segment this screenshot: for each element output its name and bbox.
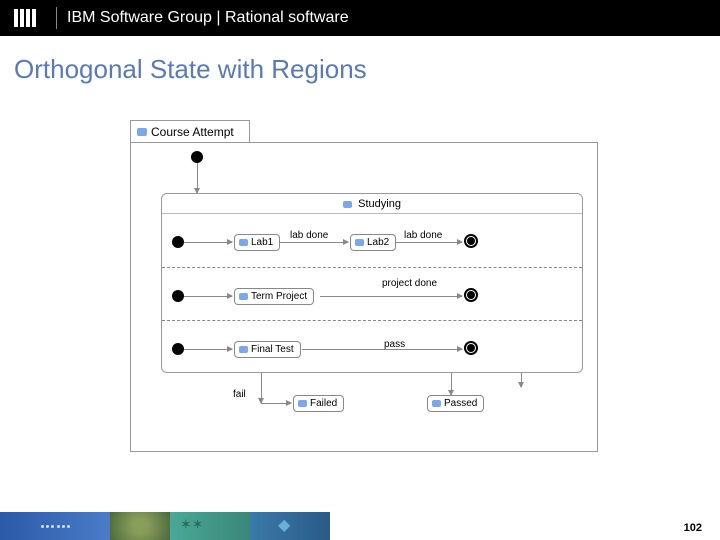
ibm-logo bbox=[14, 9, 36, 27]
initial-pseudostate bbox=[172, 236, 184, 248]
header-bar: IBM Software Group | Rational software bbox=[0, 0, 720, 36]
page-number: 102 bbox=[684, 522, 702, 534]
transition-label: lab done bbox=[290, 230, 328, 241]
header-text: IBM Software Group | Rational software bbox=[67, 9, 349, 27]
exit-line bbox=[521, 373, 522, 387]
state-icon bbox=[343, 201, 352, 208]
state-icon bbox=[355, 239, 364, 246]
initial-pseudostate bbox=[172, 343, 184, 355]
state-label: Passed bbox=[444, 398, 477, 409]
outer-state-tab: Course Attempt bbox=[130, 120, 250, 142]
init-arrow bbox=[197, 163, 198, 193]
state-label: Failed bbox=[310, 398, 337, 409]
outer-state-label: Course Attempt bbox=[151, 125, 234, 139]
fail-arrow-h bbox=[261, 403, 291, 404]
footer-strip-5 bbox=[330, 512, 720, 540]
transition-arrow bbox=[184, 242, 232, 243]
state-icon bbox=[298, 400, 307, 407]
transition-label: project done bbox=[382, 278, 437, 289]
footer bbox=[0, 512, 720, 540]
state-icon bbox=[137, 128, 147, 136]
state-final-test: Final Test bbox=[234, 341, 301, 358]
state-lab2: Lab2 bbox=[350, 234, 396, 251]
transition-arrow bbox=[302, 349, 462, 350]
region-1: Lab1 lab done Lab2 lab done bbox=[162, 214, 582, 267]
footer-strip-4 bbox=[250, 512, 330, 540]
header-divider bbox=[56, 7, 57, 29]
final-state bbox=[464, 288, 478, 302]
transition-label: lab done bbox=[404, 230, 442, 241]
transition-arrow bbox=[184, 296, 232, 297]
state-label: Lab2 bbox=[367, 237, 389, 248]
transition-arrow bbox=[184, 349, 232, 350]
composite-state-header: Studying bbox=[162, 194, 582, 214]
state-label: Term Project bbox=[251, 291, 307, 302]
state-passed: Passed bbox=[427, 395, 484, 412]
state-icon bbox=[239, 239, 248, 246]
transition-arrow bbox=[320, 296, 462, 297]
state-failed: Failed bbox=[293, 395, 344, 412]
state-label: Final Test bbox=[251, 344, 294, 355]
state-label: Lab1 bbox=[251, 237, 273, 248]
footer-strip-1 bbox=[0, 512, 110, 540]
footer-strip-2 bbox=[110, 512, 170, 540]
final-state bbox=[464, 341, 478, 355]
fail-label: fail bbox=[233, 389, 246, 400]
outer-state-frame: Studying Lab1 lab done Lab2 lab done bbox=[130, 142, 598, 452]
final-state bbox=[464, 234, 478, 248]
fail-arrow bbox=[261, 373, 262, 403]
composite-state: Studying Lab1 lab done Lab2 lab done bbox=[161, 193, 583, 373]
transition-arrow bbox=[280, 242, 348, 243]
composite-state-label: Studying bbox=[358, 198, 401, 210]
initial-pseudostate bbox=[191, 151, 203, 163]
slide-title: Orthogonal State with Regions bbox=[0, 36, 720, 95]
state-lab1: Lab1 bbox=[234, 234, 280, 251]
state-icon bbox=[239, 346, 248, 353]
state-icon bbox=[432, 400, 441, 407]
footer-strip-3 bbox=[170, 512, 250, 540]
pass-arrow bbox=[451, 373, 452, 395]
state-icon bbox=[239, 293, 248, 300]
region-2: Term Project project done bbox=[162, 267, 582, 320]
state-term-project: Term Project bbox=[234, 288, 314, 305]
state-diagram: Course Attempt Studying Lab1 lab done bbox=[130, 120, 600, 460]
transition-arrow bbox=[396, 242, 462, 243]
initial-pseudostate bbox=[172, 290, 184, 302]
region-3: Final Test pass bbox=[162, 320, 582, 373]
